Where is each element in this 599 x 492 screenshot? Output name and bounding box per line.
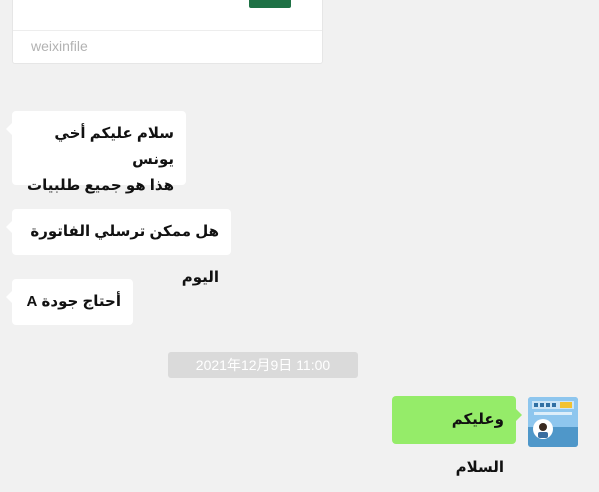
avatar-picture-icon: [528, 397, 578, 447]
message-text-line: هذا هو جميع طلبيات: [27, 177, 174, 194]
file-card-divider: [13, 30, 322, 31]
message-timestamp: 2021年12月9日 11:00: [168, 352, 358, 378]
message-bubble-incoming[interactable]: أحتاج جودة A: [6, 279, 133, 325]
message-text-line: أحتاج جودة A: [26, 293, 121, 310]
user-avatar[interactable]: [528, 397, 578, 447]
message-bubble-incoming[interactable]: هل ممكن ترسلي الفاتورة اليوم: [6, 209, 231, 286]
message-text-line: وعليكم السلام: [451, 411, 504, 476]
message-text-line: سلام عليكم أخي يونس: [54, 125, 174, 168]
file-message-card[interactable]: weixinfile: [12, 0, 323, 64]
excel-file-icon: [249, 0, 291, 8]
message-bubble-incoming[interactable]: سلام عليكم أخي يونس هذا هو جميع طلبيات: [6, 111, 186, 194]
message-bubble-outgoing[interactable]: وعليكم السلام: [392, 396, 522, 476]
file-source-label: weixinfile: [31, 38, 88, 54]
